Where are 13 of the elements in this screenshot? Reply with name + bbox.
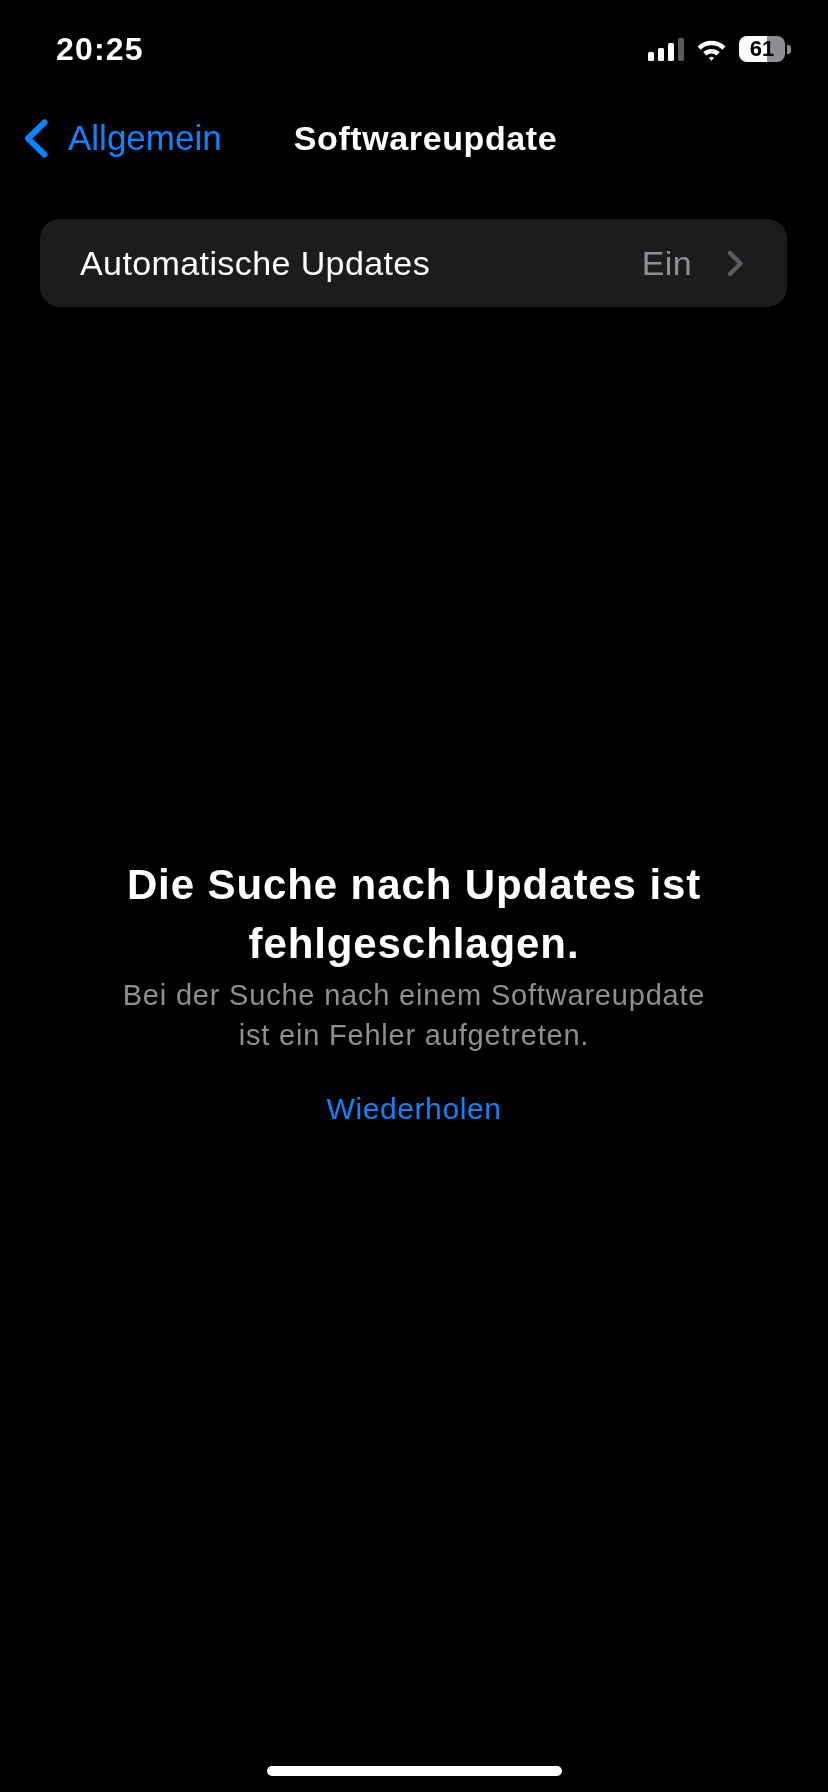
battery-indicator: 61 (739, 36, 791, 62)
chevron-icon (727, 249, 744, 277)
back-chevron-icon (23, 118, 49, 158)
row-value: Ein (641, 243, 692, 284)
back-button[interactable]: Allgemein (23, 117, 222, 159)
settings-row[interactable]: Automatische Updates Ein (40, 219, 787, 307)
signal-icon (648, 37, 684, 61)
error-title: Die Suche nach Updates ist fehlgeschlagen. (125, 860, 703, 969)
retry-button[interactable]: Wiederholen (326, 1091, 502, 1127)
nav-title: Softwareupdate (293, 118, 558, 159)
row-label: Automatische Updates (80, 243, 432, 284)
status-time: 20:25 (56, 30, 144, 68)
error-description: Bei der Suche nach einem Softwareupdate ist ein Fehler aufgetreten. (121, 978, 707, 1053)
